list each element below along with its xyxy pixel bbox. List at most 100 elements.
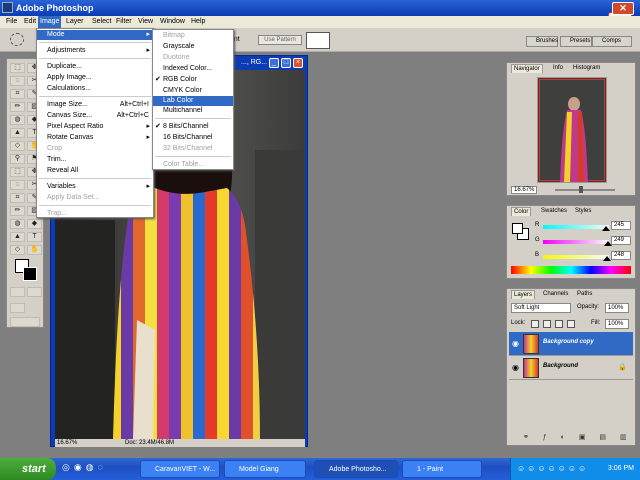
foreground-color-swatch[interactable] <box>512 223 523 234</box>
tool-8-0-icon[interactable]: ⬚ <box>10 167 25 177</box>
color-spectrum-bar[interactable] <box>511 266 631 274</box>
tab-paths[interactable]: Paths <box>575 290 594 299</box>
image-menu-item-pixel-aspect-ratio[interactable]: Pixel Aspect Ratio ▸ <box>37 122 153 132</box>
well-tab-comps[interactable]: Comps <box>592 36 632 47</box>
tool-14-1-icon[interactable]: ✋ <box>27 245 42 255</box>
taskbar-item-0[interactable]: CaravanVIET - W... <box>140 460 220 478</box>
tab-styles[interactable]: Styles <box>573 207 593 216</box>
tool-12-0-icon[interactable]: ◍ <box>10 219 25 229</box>
menu-window[interactable]: Window <box>158 16 187 28</box>
green-slider[interactable] <box>543 240 612 246</box>
mode-menu-item-cmyk-color[interactable]: CMYK Color <box>153 86 233 96</box>
document-size[interactable]: Doc: 23.4M/46.8M <box>125 439 174 447</box>
tool-13-0-icon[interactable]: ▲ <box>10 232 25 242</box>
layer-name[interactable]: Background <box>543 363 578 369</box>
menu-edit[interactable]: Edit <box>22 16 38 28</box>
menu-view[interactable]: View <box>136 16 155 28</box>
tab-channels[interactable]: Channels <box>541 290 570 299</box>
tool-0-0-icon[interactable]: ⬚ <box>10 63 25 73</box>
tab-color[interactable]: Color <box>511 207 532 216</box>
lock-position-icon[interactable] <box>555 320 563 328</box>
layer-row[interactable]: ◉ Background 🔒 <box>509 356 633 380</box>
start-button[interactable]: start <box>0 458 56 480</box>
minimize-icon[interactable]: _ <box>269 58 279 68</box>
image-menu-item-variables[interactable]: Variables ▸ <box>37 182 153 192</box>
tool-11-0-icon[interactable]: ✏ <box>10 206 25 216</box>
red-slider-thumb[interactable] <box>602 222 611 231</box>
taskbar-item-3[interactable]: 1 - Paint <box>402 460 482 478</box>
green-value[interactable]: 249 <box>611 236 631 245</box>
blue-slider-thumb[interactable] <box>603 252 612 261</box>
well-tab-brushes[interactable]: Brushes <box>526 36 558 47</box>
image-menu-item-canvas-size[interactable]: Canvas Size... Alt+Ctrl+C <box>37 111 153 121</box>
tab-swatches[interactable]: Swatches <box>539 207 569 216</box>
tab-layers[interactable]: Layers <box>511 290 536 299</box>
use-pattern-button[interactable]: Use Pattern <box>258 35 302 45</box>
layer-name[interactable]: Background copy <box>543 339 594 345</box>
mode-menu-item-rgb-color[interactable]: ✔ RGB Color <box>153 75 233 85</box>
zoom-level[interactable]: 16.67% <box>57 439 77 447</box>
menu-help[interactable]: Help <box>189 16 207 28</box>
taskbar-item-2[interactable]: Adobe Photosho... <box>314 460 398 478</box>
mode-menu-item-8-bits-channel[interactable]: ✔ 8 Bits/Channel <box>153 122 233 132</box>
image-menu-item-reveal-all[interactable]: Reveal All <box>37 166 153 176</box>
tab-info[interactable]: Info <box>551 64 565 73</box>
blend-mode-select[interactable]: Soft Light <box>511 303 571 313</box>
red-slider[interactable] <box>543 222 611 231</box>
blue-slider[interactable] <box>543 252 612 261</box>
mode-menu-item-16-bits-channel[interactable]: 16 Bits/Channel <box>153 133 233 143</box>
navigator-zoom-slider[interactable] <box>555 189 615 191</box>
image-menu-item-duplicate[interactable]: Duplicate... <box>37 62 153 72</box>
marquee-tool-icon[interactable] <box>10 33 24 46</box>
jump-to-imageready-icon[interactable] <box>10 317 40 327</box>
tool-4-0-icon[interactable]: ◍ <box>10 115 25 125</box>
navigator-zoom[interactable]: 16.67% <box>511 186 538 194</box>
quick-mask-icon[interactable] <box>10 287 25 297</box>
navigator-slider-thumb[interactable] <box>579 186 583 193</box>
tool-3-0-icon[interactable]: ✏ <box>10 102 25 112</box>
visibility-eye-icon[interactable]: ◉ <box>512 339 519 348</box>
pattern-swatch[interactable] <box>306 32 330 49</box>
mode-menu-item-multichannel[interactable]: Multichannel <box>153 106 233 116</box>
tool-7-0-icon[interactable]: ⚲ <box>10 154 25 164</box>
image-menu-item-rotate-canvas[interactable]: Rotate Canvas ▸ <box>37 133 153 143</box>
close-window-button[interactable]: ✕ <box>612 2 634 15</box>
tool-10-0-icon[interactable]: ⌗ <box>10 193 25 203</box>
background-color-icon[interactable] <box>23 267 37 281</box>
image-menu-item-mode[interactable]: Mode ▸ <box>37 30 153 40</box>
taskbar-item-1[interactable]: Model Giang <box>224 460 306 478</box>
tool-9-0-icon[interactable]: ◌ <box>10 180 25 190</box>
menu-filter[interactable]: Filter <box>114 16 134 28</box>
maximize-icon[interactable]: □ <box>281 58 291 68</box>
image-menu-item-image-size[interactable]: Image Size... Alt+Ctrl+I <box>37 100 153 110</box>
layer-row[interactable]: ◉ Background copy <box>509 332 633 356</box>
mode-menu-item-grayscale[interactable]: Grayscale <box>153 42 233 52</box>
clock[interactable]: 3:06 PM <box>608 458 634 480</box>
image-menu-item-adjustments[interactable]: Adjustments ▸ <box>37 46 153 56</box>
screen-mode-icon[interactable] <box>10 303 25 313</box>
fill-input[interactable]: 100% <box>605 319 629 329</box>
lock-transparency-icon[interactable] <box>531 320 539 328</box>
mode-menu-item-indexed-color[interactable]: Indexed Color... <box>153 64 233 74</box>
tool-6-0-icon[interactable]: ◇ <box>10 141 25 151</box>
tab-navigator[interactable]: Navigator <box>511 64 543 73</box>
well-tab-presets[interactable]: Presets <box>560 36 592 47</box>
close-icon[interactable]: × <box>293 58 303 68</box>
tab-histogram[interactable]: Histogram <box>571 64 602 73</box>
mode-menu-item-lab-color[interactable]: Lab Color <box>153 96 233 106</box>
red-value[interactable]: 245 <box>611 221 631 230</box>
image-menu-item-trim[interactable]: Trim... <box>37 155 153 165</box>
menu-select[interactable]: Select <box>90 16 113 28</box>
opacity-input[interactable]: 100% <box>605 303 629 313</box>
menu-file[interactable]: File <box>4 16 19 28</box>
tool-14-0-icon[interactable]: ◇ <box>10 245 25 255</box>
blue-value[interactable]: 248 <box>611 251 631 260</box>
lock-image-icon[interactable] <box>543 320 551 328</box>
tool-13-1-icon[interactable]: T <box>27 232 42 242</box>
tool-12-1-icon[interactable]: ◆ <box>27 219 42 229</box>
tool-1-0-icon[interactable]: ◌ <box>10 76 25 86</box>
menu-image[interactable]: Image <box>38 16 62 28</box>
lock-all-icon[interactable] <box>567 320 575 328</box>
tool-5-0-icon[interactable]: ▲ <box>10 128 25 138</box>
image-menu-item-apply-image[interactable]: Apply Image... <box>37 73 153 83</box>
